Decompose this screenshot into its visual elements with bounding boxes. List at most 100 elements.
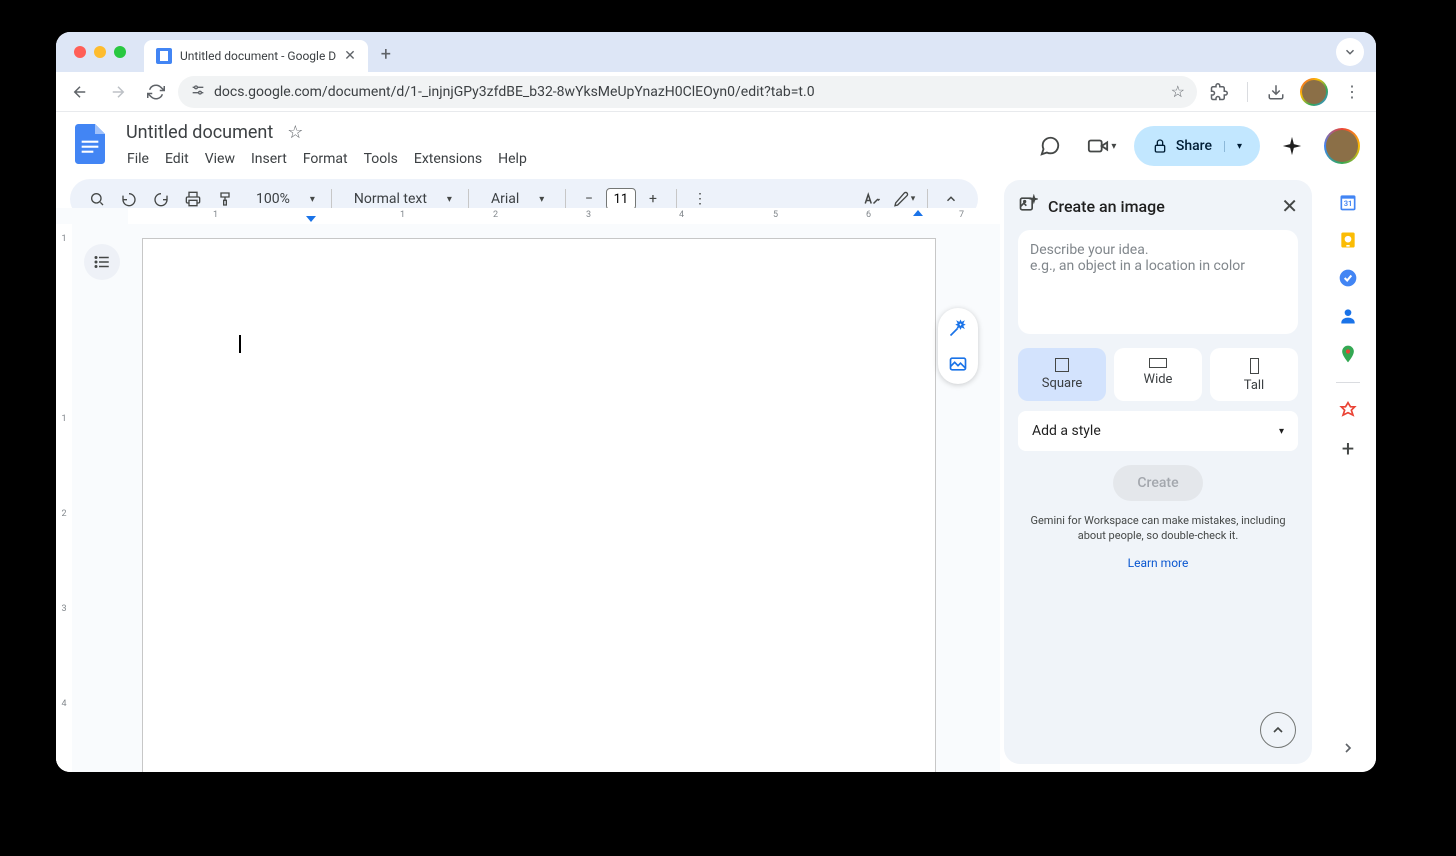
tab-title: Untitled document - Google D bbox=[180, 49, 336, 63]
text-cursor bbox=[239, 335, 241, 353]
document-page[interactable] bbox=[142, 238, 936, 772]
window-controls bbox=[74, 46, 126, 58]
new-tab-button[interactable]: + bbox=[372, 40, 400, 68]
disclaimer-text: Gemini for Workspace can make mistakes, … bbox=[1018, 513, 1298, 544]
menu-bar: FileEditViewInsertFormatToolsExtensionsH… bbox=[120, 147, 1018, 171]
calendar-app-icon[interactable]: 31 bbox=[1338, 192, 1358, 212]
ruler-label: 5 bbox=[773, 210, 778, 220]
docs-favicon-icon bbox=[156, 48, 172, 64]
ruler-label: 6 bbox=[866, 210, 871, 220]
ruler-label: 2 bbox=[493, 210, 498, 220]
site-settings-icon[interactable] bbox=[190, 82, 206, 102]
create-button[interactable]: Create bbox=[1113, 465, 1202, 501]
style-select[interactable]: Add a style ▾ bbox=[1018, 411, 1298, 451]
document-title[interactable]: Untitled document bbox=[120, 120, 279, 145]
account-avatar[interactable] bbox=[1324, 128, 1360, 164]
separator bbox=[331, 189, 332, 209]
zoom-value: 100% bbox=[250, 191, 296, 207]
learn-more-link[interactable]: Learn more bbox=[1018, 556, 1298, 570]
url-text: docs.google.com/document/d/1-_injnjGPy3z… bbox=[214, 84, 1163, 100]
back-button[interactable] bbox=[64, 76, 96, 108]
share-button[interactable]: Share ▾ bbox=[1134, 126, 1260, 166]
vertical-ruler[interactable]: 11234 bbox=[56, 224, 72, 772]
maps-app-icon[interactable] bbox=[1338, 344, 1358, 364]
magic-wand-icon[interactable] bbox=[944, 314, 972, 342]
document-outline-icon[interactable] bbox=[84, 244, 120, 280]
font-select[interactable]: Arial ▾ bbox=[477, 191, 557, 207]
close-window[interactable] bbox=[74, 46, 86, 58]
menu-edit[interactable]: Edit bbox=[158, 147, 196, 171]
address-bar: docs.google.com/document/d/1-_injnjGPy3z… bbox=[56, 72, 1376, 112]
font-size-input[interactable] bbox=[606, 188, 636, 210]
chevron-down-icon: ▾ bbox=[1279, 426, 1284, 437]
create-image-panel: Create an image ✕ SquareWideTall Add a s… bbox=[1004, 180, 1312, 764]
separator bbox=[1336, 382, 1360, 383]
panel-title: Create an image bbox=[1048, 197, 1271, 216]
ruler-label: 1 bbox=[56, 414, 72, 424]
tasks-app-icon[interactable] bbox=[1338, 268, 1358, 288]
minimize-window[interactable] bbox=[94, 46, 106, 58]
star-icon[interactable]: ☆ bbox=[287, 122, 303, 143]
docs-logo-icon[interactable] bbox=[72, 120, 108, 168]
ruler-label: 4 bbox=[679, 210, 684, 220]
horizontal-ruler[interactable]: 11234567 bbox=[128, 208, 1000, 224]
menu-tools[interactable]: Tools bbox=[357, 147, 405, 171]
zoom-select[interactable]: 100% ▾ bbox=[242, 191, 323, 207]
aspect-square[interactable]: Square bbox=[1018, 348, 1106, 401]
maximize-window[interactable] bbox=[114, 46, 126, 58]
insert-image-ai-icon[interactable] bbox=[944, 350, 972, 378]
keep-app-icon[interactable] bbox=[1338, 230, 1358, 250]
gemini-sparkle-icon[interactable] bbox=[1272, 126, 1312, 166]
ruler-label: 3 bbox=[56, 604, 72, 614]
menu-view[interactable]: View bbox=[198, 147, 242, 171]
chrome-menu-icon[interactable]: ⋮ bbox=[1336, 76, 1368, 108]
ruler-label: 1 bbox=[213, 210, 218, 220]
comments-icon[interactable] bbox=[1030, 126, 1070, 166]
downloads-icon[interactable] bbox=[1260, 76, 1292, 108]
tab-strip: Untitled document - Google D ✕ + bbox=[56, 32, 1376, 72]
forward-button[interactable] bbox=[102, 76, 134, 108]
image-sparkle-icon bbox=[1018, 194, 1038, 218]
style-value: Normal text bbox=[348, 191, 433, 207]
aspect-wide[interactable]: Wide bbox=[1114, 348, 1202, 401]
aspect-tall[interactable]: Tall bbox=[1210, 348, 1298, 401]
ruler-label: 2 bbox=[56, 509, 72, 519]
menu-extensions[interactable]: Extensions bbox=[407, 147, 489, 171]
url-field[interactable]: docs.google.com/document/d/1-_injnjGPy3z… bbox=[178, 76, 1197, 108]
addon-app-icon[interactable] bbox=[1338, 401, 1358, 421]
menu-help[interactable]: Help bbox=[491, 147, 534, 171]
indent-marker-icon[interactable] bbox=[913, 210, 923, 216]
close-panel-icon[interactable]: ✕ bbox=[1281, 194, 1298, 218]
ruler-label: 1 bbox=[400, 210, 405, 220]
tab-search-button[interactable] bbox=[1336, 38, 1364, 66]
header-actions: ▾ Share ▾ bbox=[1030, 126, 1360, 166]
style-label: Add a style bbox=[1032, 423, 1101, 439]
menu-format[interactable]: Format bbox=[296, 147, 355, 171]
reload-button[interactable] bbox=[140, 76, 172, 108]
styles-select[interactable]: Normal text ▾ bbox=[340, 191, 460, 207]
separator bbox=[927, 189, 928, 209]
extensions-icon[interactable] bbox=[1203, 76, 1235, 108]
svg-text:31: 31 bbox=[1344, 199, 1353, 208]
contacts-app-icon[interactable] bbox=[1338, 306, 1358, 326]
expand-rail-icon[interactable] bbox=[1340, 740, 1356, 760]
address-bar-actions: ⋮ bbox=[1203, 76, 1368, 108]
docs-header: Untitled document ☆ FileEditViewInsertFo… bbox=[56, 112, 1376, 171]
profile-avatar[interactable] bbox=[1300, 78, 1328, 106]
title-area: Untitled document ☆ FileEditViewInsertFo… bbox=[120, 120, 1018, 171]
scroll-top-icon[interactable] bbox=[1260, 712, 1296, 748]
indent-marker-icon[interactable] bbox=[306, 216, 316, 222]
meet-icon[interactable]: ▾ bbox=[1082, 126, 1122, 166]
get-addons-icon[interactable]: + bbox=[1338, 439, 1358, 459]
floating-tools bbox=[938, 308, 978, 384]
bookmark-star-icon[interactable]: ☆ bbox=[1171, 82, 1185, 101]
image-prompt-input[interactable] bbox=[1018, 230, 1298, 334]
share-dropdown-icon[interactable]: ▾ bbox=[1224, 141, 1242, 152]
browser-tab[interactable]: Untitled document - Google D ✕ bbox=[144, 40, 368, 72]
editor-area: 11234567 11234 bbox=[56, 208, 1000, 772]
close-tab-icon[interactable]: ✕ bbox=[344, 48, 356, 64]
menu-insert[interactable]: Insert bbox=[244, 147, 294, 171]
menu-file[interactable]: File bbox=[120, 147, 156, 171]
aspect-ratio-row: SquareWideTall bbox=[1018, 348, 1298, 401]
side-rail: 31 + bbox=[1320, 184, 1376, 772]
